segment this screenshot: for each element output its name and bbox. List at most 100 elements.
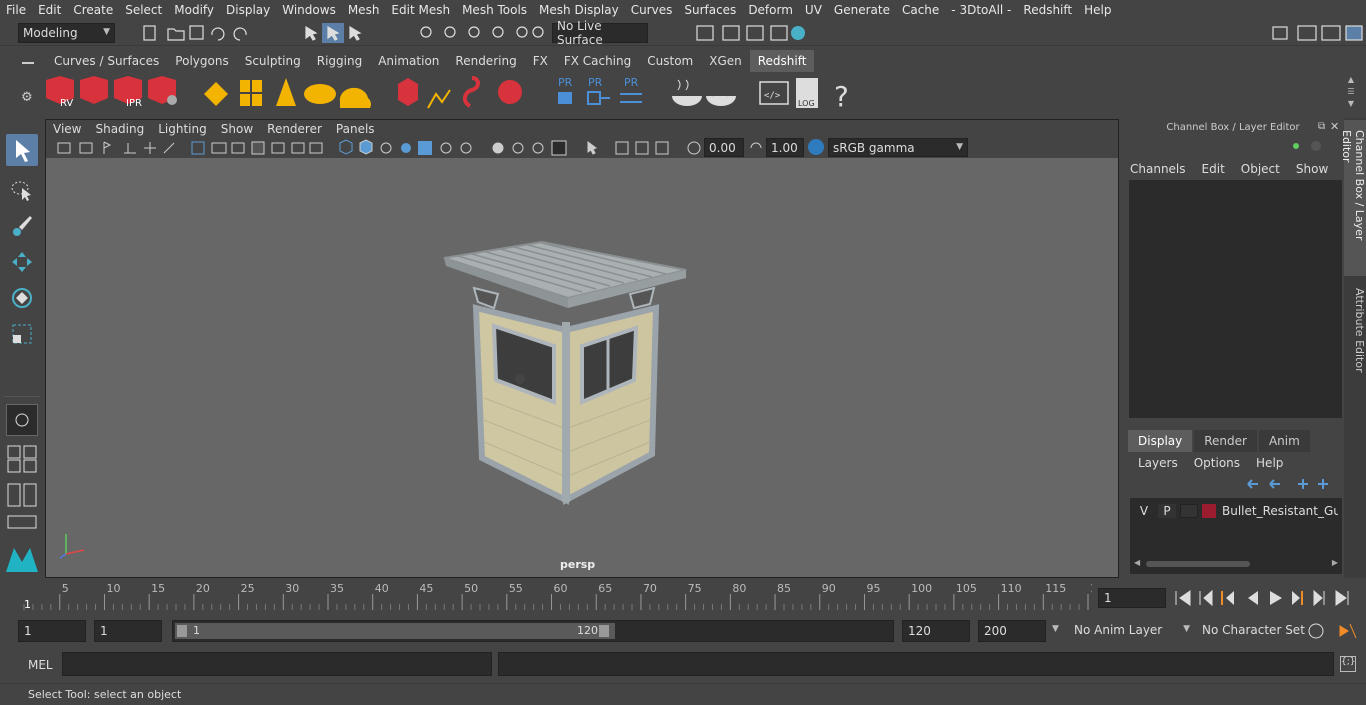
menu-help[interactable]: Help (1078, 3, 1117, 17)
auto-key-icon (1308, 623, 1324, 639)
time-slider[interactable]: 5 10 15 20 25 30 35 40 45 50 55 60 65 70 75 80 85 90 95 100… (0, 580, 1366, 616)
anim-layer-label: No Anim Layer (1074, 623, 1163, 637)
end-frame-field[interactable]: 200 (978, 620, 1046, 642)
mel-label[interactable]: MEL (28, 658, 53, 672)
layer-visibility-toggle[interactable]: V (1134, 504, 1154, 518)
menu-file[interactable]: File (0, 3, 32, 17)
chevron-down-icon[interactable]: ▼ (1052, 624, 1059, 634)
layer-tab-display[interactable]: Display (1128, 430, 1193, 452)
layer-row[interactable]: V P Bullet_Resistant_Guard (1134, 502, 1340, 520)
float-icon[interactable]: ⧉ (1318, 121, 1325, 132)
mel-input[interactable] (62, 652, 492, 676)
menu-uv[interactable]: UV (799, 3, 828, 17)
character-set-dropdown[interactable]: No Character Set (1198, 620, 1305, 642)
menu-create[interactable]: Create (67, 3, 119, 17)
viewport-menu-show[interactable]: Show (214, 122, 260, 136)
script-editor-button[interactable]: {;} (1340, 656, 1356, 672)
channel-menu-show[interactable]: Show (1296, 162, 1328, 176)
select-by-hierarchy-icon (305, 25, 318, 41)
shelf-tab-animation[interactable]: Animation (370, 50, 447, 72)
shelf-tab-fx[interactable]: FX (525, 50, 556, 72)
layer-menu-options[interactable]: Options (1194, 456, 1240, 470)
menu-redshift[interactable]: Redshift (1017, 3, 1078, 17)
shelf-tab-fx-caching[interactable]: FX Caching (556, 50, 639, 72)
paint-select-tool[interactable] (6, 210, 38, 242)
viewport-scene[interactable]: persp (46, 158, 1118, 577)
side-tab-channel-box[interactable]: Channel Box / Layer Editor (1340, 120, 1366, 276)
channel-box-menu: Channels Edit Object Show (1130, 162, 1328, 176)
range-handle[interactable]: 1 120 (175, 623, 615, 639)
layer-color-swatch[interactable] (1202, 504, 1216, 518)
close-icon[interactable]: ✕ (1330, 120, 1339, 133)
shelf-scroll[interactable]: ▲ ☰ ▼ (1344, 74, 1358, 114)
playback-start-field[interactable]: 1 (94, 620, 162, 642)
channel-menu-edit[interactable]: Edit (1202, 162, 1225, 176)
speaker-hole (515, 374, 525, 384)
layer-tab-anim[interactable]: Anim (1258, 430, 1310, 452)
bake-icon (672, 79, 702, 106)
shelf-tab-sculpting[interactable]: Sculpting (237, 50, 309, 72)
render-view-icon (696, 25, 714, 41)
color-space-dropdown[interactable]: sRGB gamma ▼ (828, 138, 968, 157)
layer-type-toggle[interactable] (1180, 504, 1198, 518)
menu-edit[interactable]: Edit (32, 3, 67, 17)
layer-tab-render[interactable]: Render (1194, 430, 1257, 452)
layer-menu-layers[interactable]: Layers (1138, 456, 1178, 470)
shelf-settings-icon[interactable]: ⚙ (21, 90, 33, 105)
anim-layer-dropdown[interactable]: No Anim Layer ▼ (1070, 620, 1192, 642)
rotate-tool[interactable] (6, 282, 38, 314)
menu-cache[interactable]: Cache (896, 3, 945, 17)
gamma-field[interactable]: 1.00 (766, 138, 804, 157)
shelf-tab-rigging[interactable]: Rigging (309, 50, 370, 72)
single-view-layout[interactable] (6, 404, 38, 436)
viewport-menu-lighting[interactable]: Lighting (151, 122, 214, 136)
menu-3dtoall[interactable]: - 3DtoAll - (945, 3, 1017, 17)
select-tool[interactable] (6, 134, 38, 166)
channel-menu-channels[interactable]: Channels (1130, 162, 1186, 176)
menu-mesh-tools[interactable]: Mesh Tools (456, 3, 533, 17)
timeline-track[interactable]: 5 10 15 20 25 30 35 40 45 50 55 60 65 70 75 80 85 90 95 100… (20, 582, 1104, 612)
ipr-label: IPR (126, 98, 142, 109)
menu-surfaces[interactable]: Surfaces (678, 3, 742, 17)
viewport-menu-renderer[interactable]: Renderer (260, 122, 329, 136)
menu-generate[interactable]: Generate (828, 3, 896, 17)
menu-edit-mesh[interactable]: Edit Mesh (385, 3, 456, 17)
shelf-tab-xgen[interactable]: XGen (701, 50, 750, 72)
menu-deform[interactable]: Deform (742, 3, 799, 17)
menu-display[interactable]: Display (220, 3, 276, 17)
viewport-menu-view[interactable]: View (46, 122, 88, 136)
side-tab-attribute-editor[interactable]: Attribute Editor (1344, 282, 1366, 382)
lasso-tool[interactable] (6, 174, 38, 206)
shelf-tab-curves-surfaces[interactable]: Curves / Surfaces (46, 50, 167, 72)
mode-dropdown[interactable]: Modeling ▼ (18, 23, 115, 43)
layer-playback-toggle[interactable]: P (1158, 504, 1176, 518)
move-tool[interactable] (6, 246, 38, 278)
menu-windows[interactable]: Windows (276, 3, 342, 17)
start-frame-field[interactable]: 1 (18, 620, 86, 642)
viewport-menu-shading[interactable]: Shading (88, 122, 151, 136)
scale-tool[interactable] (6, 318, 38, 350)
menu-modify[interactable]: Modify (168, 3, 220, 17)
tick-label: 12 (1090, 582, 1092, 595)
layer-menu-help[interactable]: Help (1256, 456, 1283, 470)
shelf-tab-rendering[interactable]: Rendering (447, 50, 524, 72)
current-frame-field[interactable]: 1 (1098, 588, 1166, 608)
shelf-tab-custom[interactable]: Custom (639, 50, 701, 72)
shelf-tab-redshift[interactable]: Redshift (749, 50, 815, 72)
shelf-tab-polygons[interactable]: Polygons (167, 50, 236, 72)
shelf-menu-icon[interactable] (22, 62, 34, 64)
menu-mesh[interactable]: Mesh (342, 3, 386, 17)
viewport-menu-panels[interactable]: Panels (329, 122, 382, 136)
menu-select[interactable]: Select (119, 3, 168, 17)
pr-label: PR (558, 76, 573, 89)
color-management-icon[interactable] (808, 139, 824, 155)
range-bar[interactable]: 1 120 (172, 620, 894, 642)
exposure-field[interactable]: 0.00 (704, 138, 744, 157)
tick-label: 70 (643, 582, 657, 595)
menu-curves[interactable]: Curves (625, 3, 679, 17)
menu-mesh-display[interactable]: Mesh Display (533, 3, 625, 17)
channel-menu-object[interactable]: Object (1241, 162, 1280, 176)
playback-end-field[interactable]: 120 (902, 620, 970, 642)
live-surface-field[interactable]: No Live Surface (552, 19, 648, 47)
layer-scrollbar[interactable]: ◀ ▶ (1134, 558, 1338, 570)
